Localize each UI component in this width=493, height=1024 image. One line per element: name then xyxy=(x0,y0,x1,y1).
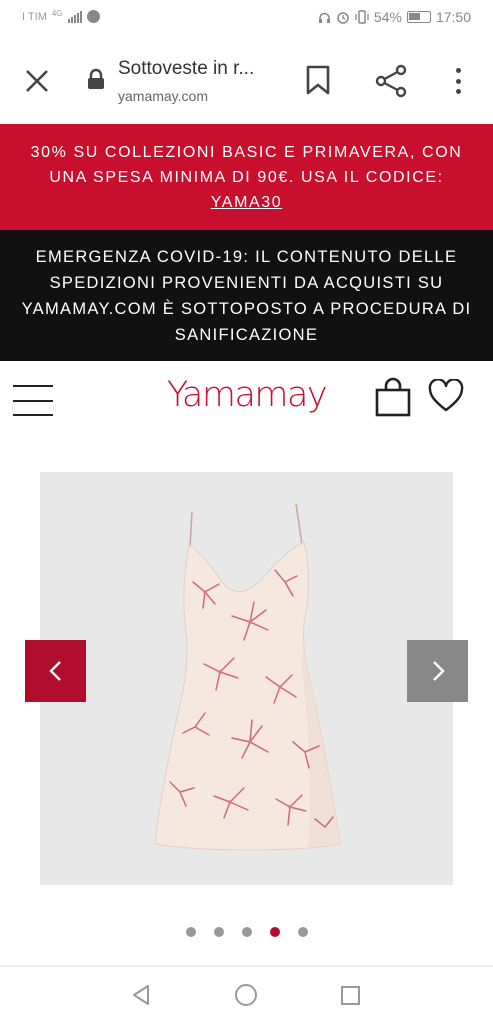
lock-icon xyxy=(88,68,104,89)
battery-icon xyxy=(406,11,431,23)
slip-dress-image xyxy=(154,503,341,851)
signal-icon xyxy=(67,10,82,23)
home-icon[interactable] xyxy=(235,984,257,1006)
promo-banner: 30% SU COLLEZIONI BASIC E PRIMAVERA, CON… xyxy=(0,124,493,230)
promo-code-link[interactable]: YAMA30 xyxy=(211,194,283,211)
previous-slide-button[interactable] xyxy=(25,640,86,702)
carousel-dot[interactable] xyxy=(213,927,224,937)
carousel-dots xyxy=(0,927,493,937)
clock: 17:50 xyxy=(435,9,471,25)
status-bar: I TIM 4G 54% 17:50 xyxy=(0,0,493,36)
close-icon xyxy=(26,70,48,92)
close-button[interactable] xyxy=(22,66,52,96)
alarm-icon xyxy=(337,12,349,24)
covid-banner: EMERGENZA COVID-19: IL CONTENUTO DELLE S… xyxy=(0,230,493,361)
headphones-icon xyxy=(318,12,330,23)
carousel-dot[interactable] xyxy=(241,927,252,937)
covid-notice: EMERGENZA COVID-19: IL CONTENUTO DELLE S… xyxy=(21,247,472,344)
battery-percent: 54% xyxy=(373,9,402,25)
product-gallery xyxy=(0,437,493,967)
spotify-icon xyxy=(86,10,100,23)
carousel-dot-active[interactable] xyxy=(269,927,280,937)
vibrate-icon xyxy=(355,10,369,24)
site-header: Yamamay xyxy=(0,361,493,437)
carousel-dot[interactable] xyxy=(185,927,196,937)
system-navigation-bar xyxy=(0,967,493,1024)
page-title[interactable]: Sottoveste in r... xyxy=(118,58,254,80)
carrier-label: I TIM xyxy=(22,10,47,23)
shopping-bag-icon[interactable] xyxy=(375,377,411,417)
carousel-dot[interactable] xyxy=(297,927,308,937)
status-right: 54% 17:50 xyxy=(318,9,471,25)
heart-icon[interactable] xyxy=(428,379,464,413)
share-icon[interactable] xyxy=(374,64,408,98)
recent-apps-icon[interactable] xyxy=(341,986,360,1005)
browser-toolbar: Sottoveste in r... yamamay.com xyxy=(0,36,493,124)
chevron-left-icon xyxy=(48,661,61,681)
status-left: I TIM 4G xyxy=(22,9,100,23)
chevron-right-icon xyxy=(432,661,445,681)
promo-text: 30% SU COLLEZIONI BASIC E PRIMAVERA, CON… xyxy=(28,140,465,215)
network-label: 4G xyxy=(51,9,63,18)
bookmark-icon[interactable] xyxy=(304,64,332,96)
back-icon[interactable] xyxy=(130,984,152,1006)
product-image[interactable] xyxy=(40,472,453,885)
more-options-icon[interactable] xyxy=(446,66,470,96)
promo-message: 30% SU COLLEZIONI BASIC E PRIMAVERA, CON… xyxy=(30,143,463,186)
page-url[interactable]: yamamay.com xyxy=(118,88,208,104)
next-slide-button[interactable] xyxy=(407,640,468,702)
brand-logo[interactable]: Yamamay xyxy=(0,375,493,415)
